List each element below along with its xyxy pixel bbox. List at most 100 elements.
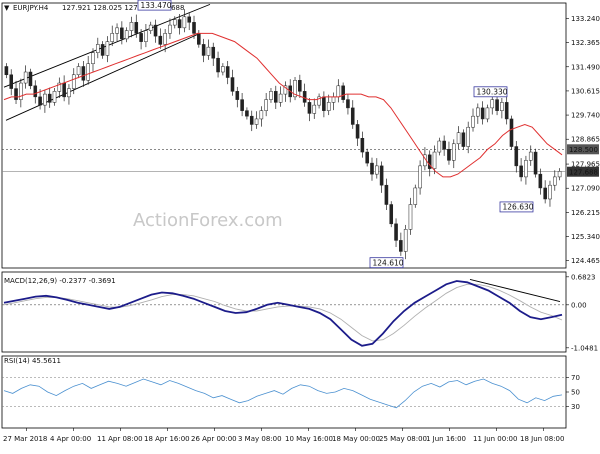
price-y-tick-label: 124.465 bbox=[571, 257, 600, 265]
candle-body bbox=[187, 16, 191, 23]
candle-body bbox=[76, 66, 81, 76]
candle-body bbox=[100, 44, 105, 56]
candle-body bbox=[302, 91, 307, 103]
candle-body bbox=[331, 96, 336, 103]
candle-body bbox=[158, 35, 163, 45]
candle-body bbox=[538, 173, 543, 189]
rsi-y-tick-label: 70 bbox=[571, 374, 580, 382]
candle-body bbox=[14, 88, 18, 100]
macd-y-tick-label: -1.0481 bbox=[571, 344, 598, 352]
candle-body bbox=[350, 107, 355, 125]
candle-body bbox=[230, 77, 235, 92]
x-tick-label: 11 Jun 00:00 bbox=[473, 435, 517, 443]
candle-body bbox=[105, 41, 110, 56]
price-label: 126.630 bbox=[503, 203, 534, 212]
candle-body bbox=[375, 165, 379, 175]
candle-body bbox=[403, 229, 408, 252]
candle-body bbox=[221, 66, 225, 73]
x-tick-label: 11 Apr 08:00 bbox=[97, 435, 143, 443]
candle-body bbox=[86, 63, 90, 81]
candle-body bbox=[519, 165, 523, 178]
candle-body bbox=[500, 102, 504, 111]
candle-body bbox=[394, 223, 398, 241]
candle-body bbox=[273, 91, 278, 103]
rsi-panel: RSI(14) 45.5611 70 50 30 bbox=[2, 357, 580, 411]
candle-body bbox=[543, 187, 547, 200]
candle-body bbox=[548, 184, 552, 200]
candle-body bbox=[115, 27, 119, 34]
price-label: 133.470 bbox=[141, 1, 172, 10]
candle-body bbox=[298, 80, 302, 92]
x-axis: 27 Mar 2018 4 Apr 00:00 11 Apr 08:00 18 Apr… bbox=[3, 428, 564, 443]
price-panel-frame bbox=[1, 2, 567, 269]
candle-body bbox=[418, 165, 422, 189]
candle-body bbox=[81, 66, 86, 81]
candle-body bbox=[552, 176, 557, 186]
current-price-axis-label: 127.688 bbox=[569, 168, 598, 176]
x-tick-label: 26 Apr 00:00 bbox=[191, 435, 237, 443]
candle-body bbox=[413, 187, 418, 205]
candle-body bbox=[326, 102, 331, 111]
macd-y-tick-label: 0.00 bbox=[571, 301, 587, 309]
x-tick-label: 10 May 16:00 bbox=[285, 435, 333, 443]
candle-body bbox=[379, 165, 384, 186]
x-tick-label: 18 Apr 16:00 bbox=[144, 435, 190, 443]
header-symbol: EURJPY.H4 bbox=[13, 4, 49, 12]
candle-body bbox=[144, 30, 148, 42]
candle-body bbox=[447, 149, 451, 161]
candle-body bbox=[124, 30, 129, 40]
watermark: ActionForex.com bbox=[133, 210, 283, 231]
candle-body bbox=[9, 74, 14, 89]
candle-body bbox=[461, 132, 466, 147]
price-y-tick-label: 132.365 bbox=[571, 39, 600, 47]
candle-body bbox=[485, 107, 490, 120]
price-y-tick-label: 129.740 bbox=[571, 112, 600, 120]
x-tick-label: 1 Jun 16:00 bbox=[426, 435, 466, 443]
candle-body bbox=[480, 107, 485, 120]
candle-body bbox=[264, 99, 268, 111]
candle-body bbox=[341, 85, 345, 100]
candle-body bbox=[211, 46, 216, 59]
candle-body bbox=[47, 93, 52, 103]
price-label: 124.610 bbox=[373, 258, 404, 267]
x-tick-label: 4 Apr 00:00 bbox=[50, 435, 91, 443]
candle-body bbox=[23, 71, 28, 84]
macd-line bbox=[3, 280, 563, 347]
candle-body bbox=[509, 118, 514, 147]
candle-body bbox=[346, 99, 350, 109]
price-y-tick-label: 133.240 bbox=[571, 15, 600, 23]
moving-average-line bbox=[3, 32, 563, 178]
candle-body bbox=[129, 22, 134, 31]
candle-body bbox=[307, 102, 312, 114]
candle-body bbox=[91, 52, 95, 64]
price-label: 130.330 bbox=[477, 88, 508, 97]
candle-body bbox=[389, 204, 394, 225]
price-y-tick-label: 131.490 bbox=[571, 63, 600, 71]
candle-body bbox=[197, 33, 201, 45]
candle-body bbox=[514, 146, 519, 167]
candle-body bbox=[182, 16, 187, 29]
candle-body bbox=[110, 33, 115, 42]
candle-body bbox=[355, 124, 360, 139]
candle-body bbox=[437, 140, 442, 153]
candle-body bbox=[216, 57, 220, 73]
candle-body bbox=[245, 110, 249, 117]
candle-body bbox=[96, 44, 100, 53]
candle-body bbox=[172, 19, 177, 26]
level-axis-label: 128.500 bbox=[569, 146, 598, 154]
rsi-line bbox=[3, 378, 563, 409]
candle-body bbox=[471, 115, 475, 128]
candle-body bbox=[254, 118, 259, 125]
x-tick-label: 25 May 08:00 bbox=[379, 435, 427, 443]
candle-body bbox=[466, 126, 470, 147]
candle-body bbox=[408, 204, 413, 230]
chart-root: ▼ EURJPY.H4 127.921 128.025 127.602 127.… bbox=[0, 0, 600, 450]
macd-signal-line bbox=[3, 283, 563, 342]
candle-body bbox=[62, 82, 66, 98]
chart-svg: ▼ EURJPY.H4 127.921 128.025 127.602 127.… bbox=[1, 0, 600, 443]
candle-body bbox=[432, 151, 437, 169]
candle-body bbox=[370, 162, 374, 175]
price-y-tick-label: 128.865 bbox=[571, 136, 600, 144]
price-y-tick-label: 130.615 bbox=[571, 87, 600, 95]
candle-body bbox=[33, 85, 38, 98]
